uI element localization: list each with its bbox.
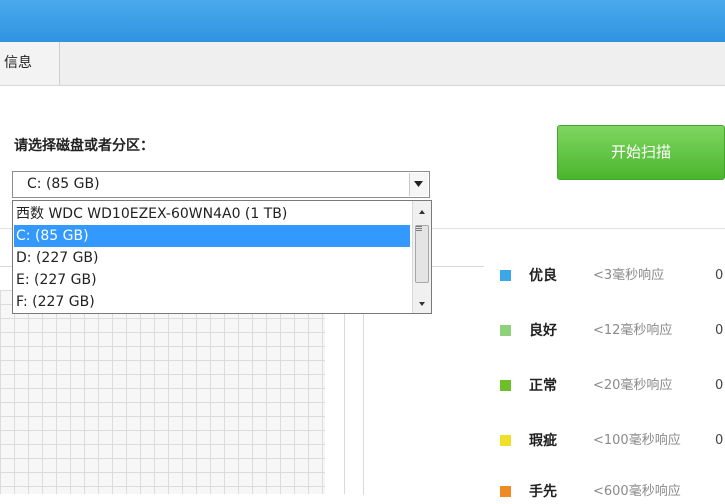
legend-desc: <3毫秒响应 [593, 268, 665, 283]
legend-name: 正常 [529, 378, 557, 394]
legend-desc: <20毫秒响应 [593, 378, 673, 393]
legend-desc: <12毫秒响应 [593, 323, 673, 338]
disk-select-prompt: 请选择磁盘或者分区： [14, 138, 154, 154]
start-scan-button[interactable]: 开始扫描 [557, 125, 725, 180]
dropdown-option-d[interactable]: D: (227 GB) [14, 247, 410, 269]
dropdown-option-f[interactable]: F: (227 GB) [14, 291, 410, 313]
legend-swatch [500, 380, 511, 391]
disk-partition-select[interactable]: C: (85 GB) [12, 171, 430, 198]
scrollbar-thumb[interactable] [415, 225, 429, 283]
scroll-down-icon[interactable] [415, 296, 429, 310]
legend-swatch [500, 325, 511, 336]
sector-block-grid [0, 290, 325, 494]
legend-count: 0 [715, 378, 724, 393]
scroll-up-icon[interactable] [415, 204, 429, 218]
select-current-value: C: (85 GB) [27, 176, 100, 192]
dropdown-toggle-button[interactable] [409, 173, 428, 196]
legend-name: 瑕疵 [529, 433, 557, 449]
legend-desc: <600毫秒响应 [593, 484, 681, 499]
title-bar [0, 0, 725, 42]
tab-bar: 信息 [0, 42, 725, 86]
dropdown-option-c[interactable]: C: (85 GB) [14, 225, 410, 247]
legend-swatch [500, 435, 511, 446]
dropdown-scrollbar[interactable] [412, 201, 431, 313]
legend-swatch [500, 486, 511, 497]
chevron-down-icon [414, 181, 423, 187]
legend-desc: <100毫秒响应 [593, 433, 681, 448]
tab-info[interactable]: 信息 [0, 42, 60, 85]
dropdown-option-disk[interactable]: 西数 WDC WD10EZEX-60WN4A0 (1 TB) [14, 203, 410, 225]
disk-dropdown-list: 西数 WDC WD10EZEX-60WN4A0 (1 TB) C: (85 GB… [12, 200, 432, 314]
legend-swatch [500, 270, 511, 281]
dropdown-option-e[interactable]: E: (227 GB) [14, 269, 410, 291]
legend-name: 手先 [529, 484, 557, 500]
legend-count: 0 [715, 323, 724, 338]
legend-count: 0 [715, 268, 724, 283]
legend-name: 良好 [529, 323, 557, 339]
legend-name: 优良 [529, 268, 557, 284]
grip-icon [416, 226, 422, 227]
legend-count: 0 [715, 433, 724, 448]
